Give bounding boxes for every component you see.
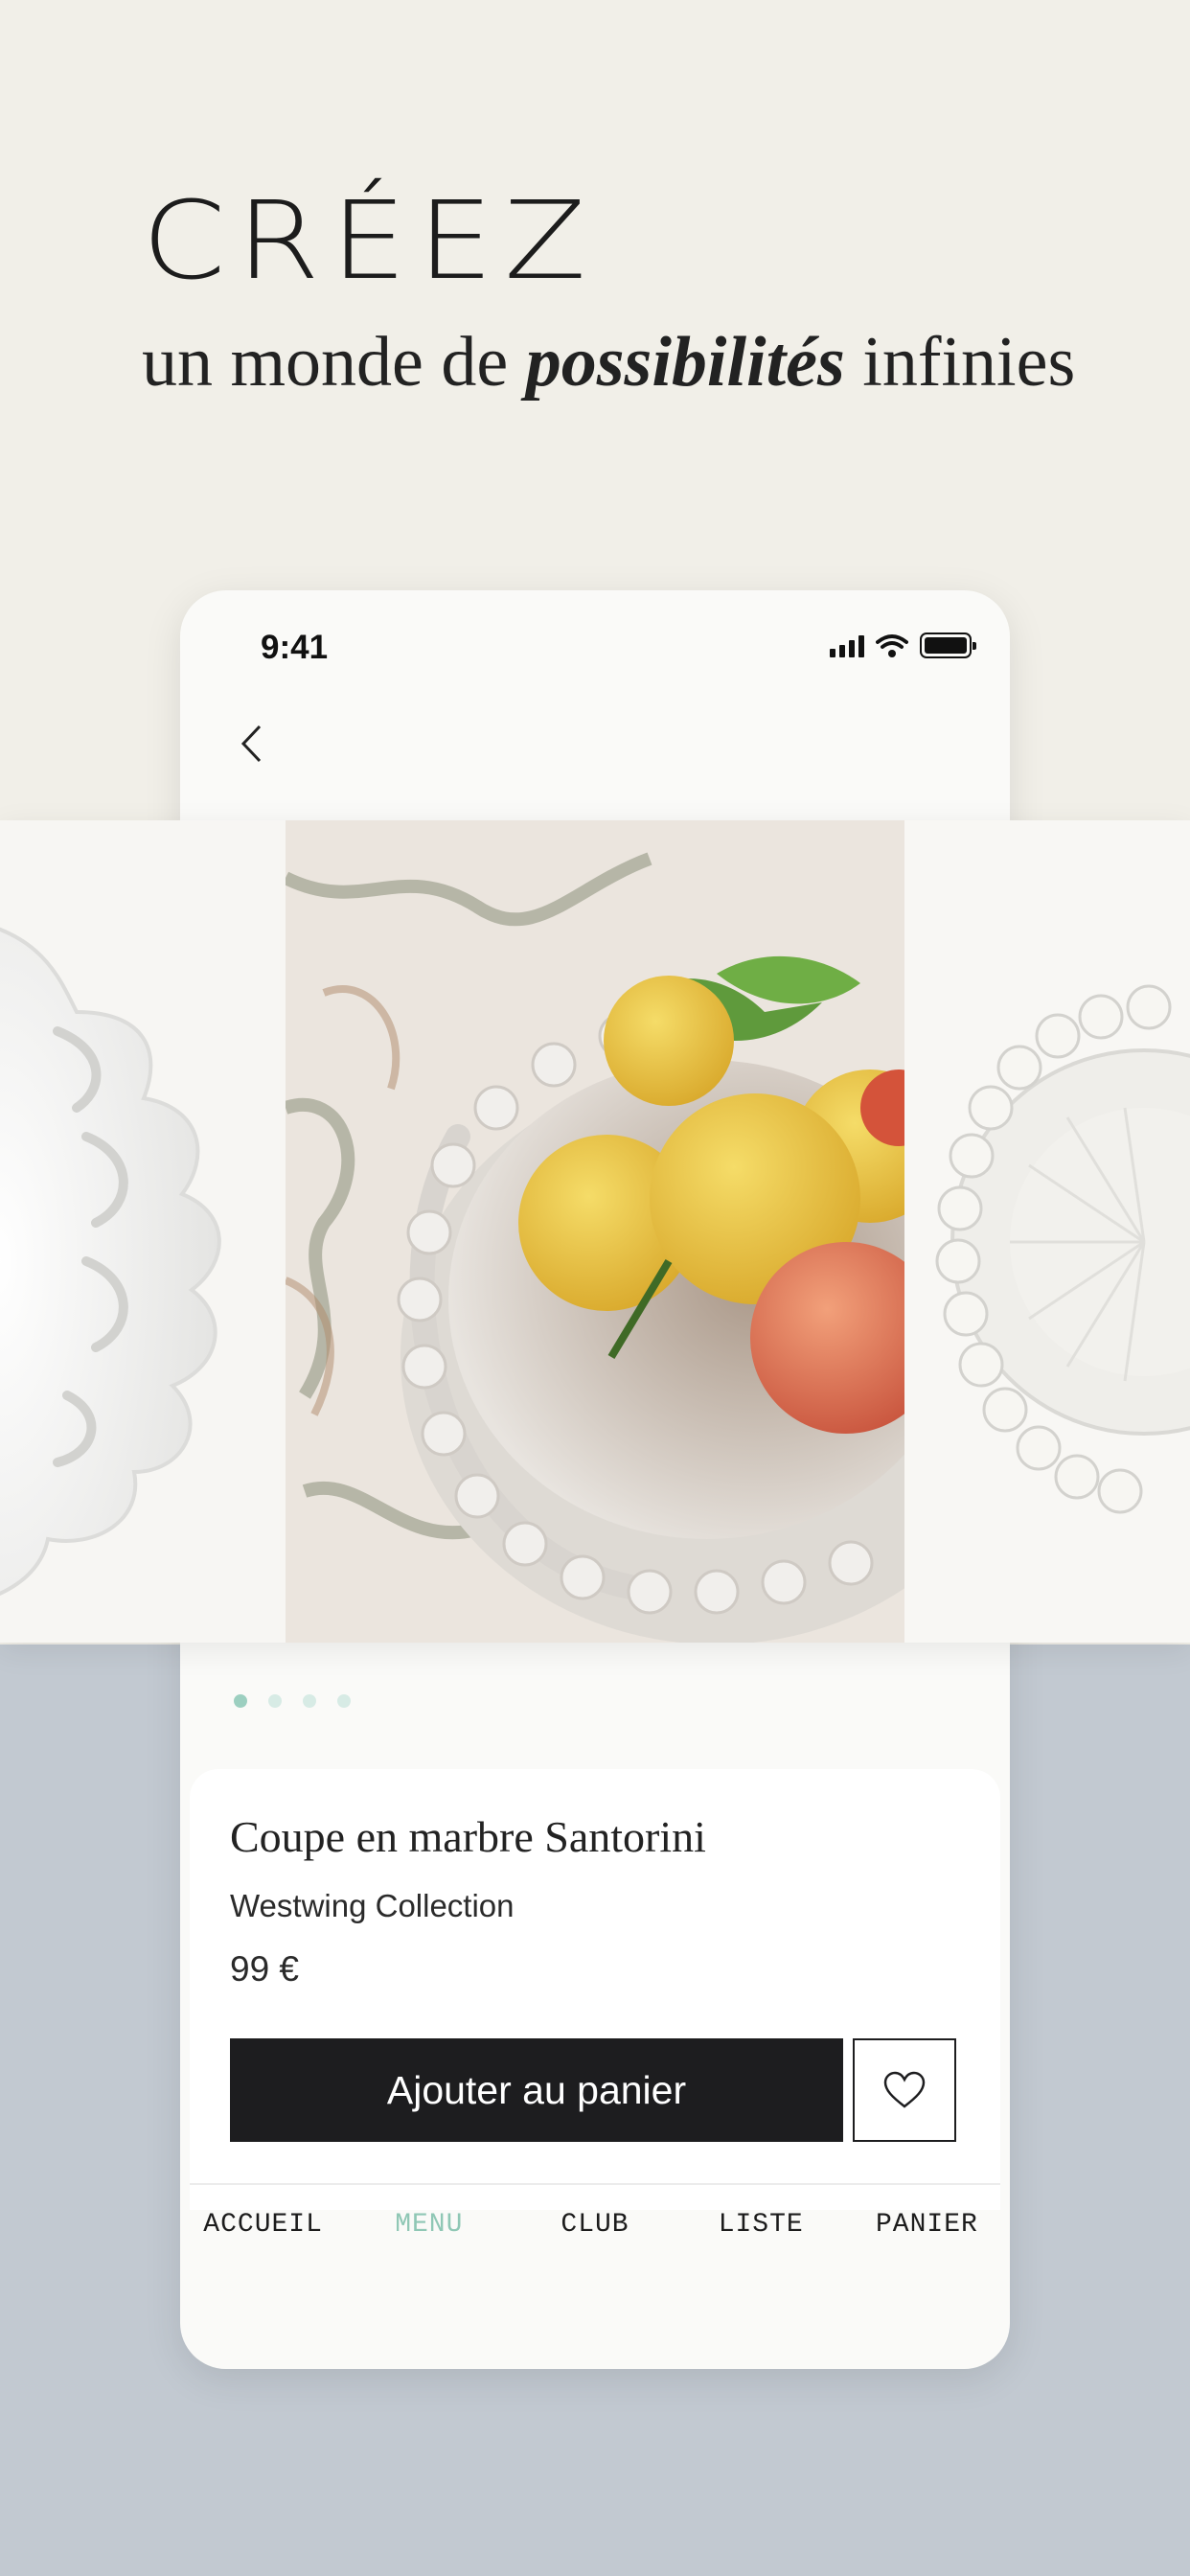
- carousel-indicator: [234, 1694, 351, 1708]
- product-price: 99 €: [230, 1949, 300, 1989]
- hero-headline: CRÉEZ: [142, 179, 598, 304]
- add-to-cart-button[interactable]: Ajouter au panier: [230, 2038, 843, 2142]
- status-icons: [830, 632, 976, 658]
- carousel-dot[interactable]: [303, 1694, 316, 1708]
- tabbar-divider: [190, 2183, 1000, 2185]
- tab-bar: ACCUEIL MENU CLUB LISTE PANIER: [180, 2210, 1010, 2240]
- carousel-dot[interactable]: [337, 1694, 351, 1708]
- wifi-icon: [876, 633, 908, 657]
- hero-subline-end: infinies: [862, 323, 1076, 402]
- tab-club[interactable]: CLUB: [512, 2210, 677, 2240]
- tab-liste[interactable]: LISTE: [678, 2210, 844, 2240]
- product-image-carousel[interactable]: [0, 820, 1190, 1643]
- product-image-next[interactable]: [904, 820, 1190, 1643]
- hero-subline-emphasis: possibilités: [525, 323, 845, 402]
- product-image-previous[interactable]: [0, 820, 286, 1643]
- tab-accueil[interactable]: ACCUEIL: [180, 2210, 346, 2240]
- product-brand: Westwing Collection: [230, 1888, 515, 1923]
- hero-subline: un monde de possibilités infinies: [142, 323, 1076, 402]
- carousel-dot[interactable]: [234, 1694, 247, 1708]
- product-card: Coupe en marbre Santorini Westwing Colle…: [190, 1769, 1000, 2210]
- cellular-signal-icon: [830, 634, 864, 657]
- product-name: Coupe en marbre Santorini: [230, 1812, 706, 1861]
- back-button[interactable]: [222, 715, 280, 772]
- chevron-left-icon: [240, 724, 262, 763]
- tab-menu[interactable]: MENU: [346, 2210, 512, 2240]
- status-time: 9:41: [261, 629, 329, 666]
- heart-icon: [883, 2071, 926, 2108]
- battery-icon: [920, 632, 976, 658]
- carousel-dot[interactable]: [268, 1694, 282, 1708]
- tab-panier[interactable]: PANIER: [844, 2210, 1010, 2240]
- product-image-main[interactable]: [286, 820, 904, 1643]
- wishlist-button[interactable]: [853, 2038, 956, 2142]
- hero-subline-start: un monde de: [142, 323, 509, 402]
